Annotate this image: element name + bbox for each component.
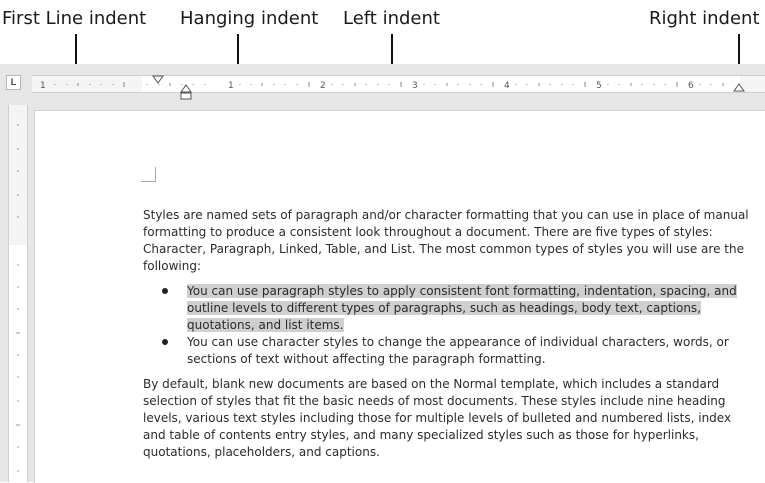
bullet-icon <box>162 288 168 294</box>
bullet-icon <box>162 339 168 345</box>
list-item[interactable]: You can use character styles to change t… <box>143 334 755 368</box>
first-line-indent-marker[interactable] <box>152 75 164 84</box>
ruler-number-6: 6 <box>688 81 694 91</box>
bullet-text[interactable]: You can use character styles to change t… <box>187 335 729 366</box>
right-indent-callout: Right indent <box>649 8 760 29</box>
ruler-ticks: 1 1 2 3 4 5 6 <box>40 81 724 91</box>
hanging-indent-callout: Hanging indent <box>180 8 319 29</box>
horizontal-ruler[interactable]: 1 1 2 3 4 5 6 <box>32 75 765 100</box>
document-body[interactable]: Styles are named sets of paragraph and/o… <box>143 207 755 469</box>
ruler-number-5: 5 <box>596 81 602 91</box>
list-item[interactable]: You can use paragraph styles to apply co… <box>143 283 755 334</box>
bullet-list: You can use paragraph styles to apply co… <box>143 283 755 368</box>
document-window: L 1 1 2 3 4 5 6 Styles are named sets of… <box>0 64 765 483</box>
tab-selector-button[interactable]: L <box>6 75 21 90</box>
vertical-ruler-ticks <box>16 124 20 472</box>
hanging-indent-marker[interactable] <box>180 84 192 101</box>
ruler-number-2: 2 <box>320 81 326 91</box>
ruler-number-4: 4 <box>504 81 510 91</box>
ruler-number-1: 1 <box>228 81 234 91</box>
paragraph-default-styles[interactable]: By default, blank new documents are base… <box>143 376 755 461</box>
first-line-indent-callout: First Line indent <box>2 8 147 29</box>
ruler-number-left-1: 1 <box>40 81 46 91</box>
vertical-ruler[interactable] <box>8 105 28 482</box>
right-indent-marker[interactable] <box>733 83 745 92</box>
selected-bullet-text[interactable]: You can use paragraph styles to apply co… <box>187 284 737 332</box>
paragraph-styles-intro[interactable]: Styles are named sets of paragraph and/o… <box>143 207 755 275</box>
left-indent-marker <box>180 92 192 100</box>
left-indent-callout: Left indent <box>343 8 440 29</box>
ruler-number-3: 3 <box>412 81 418 91</box>
document-page[interactable]: Styles are named sets of paragraph and/o… <box>34 110 765 483</box>
text-boundary-corner <box>141 167 156 182</box>
